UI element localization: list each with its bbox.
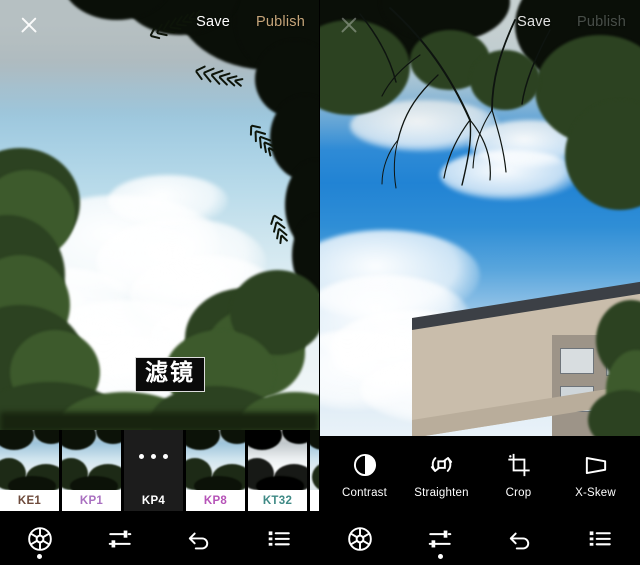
undo-icon: [509, 532, 530, 550]
filter-thumbnail[interactable]: KE1: [0, 430, 59, 511]
save-button[interactable]: Save: [196, 14, 230, 30]
contrast-icon: [351, 451, 379, 479]
filter-wheel-icon: [28, 527, 52, 551]
filter-thumbnail[interactable]: [310, 430, 319, 511]
x-skew-icon: [582, 451, 610, 479]
tool-straighten[interactable]: Straighten: [407, 451, 477, 499]
active-indicator-dot: [37, 554, 43, 559]
close-icon[interactable]: [18, 14, 40, 36]
list-icon: [268, 531, 290, 546]
nav-filter-wheel[interactable]: [10, 513, 70, 565]
right-bottom-nav: [320, 513, 640, 565]
tool-label: Contrast: [341, 486, 388, 499]
list-icon: [589, 531, 611, 546]
filter-label: KE1: [0, 490, 59, 511]
nav-undo[interactable]: [169, 513, 229, 565]
save-button[interactable]: Save: [517, 14, 551, 30]
left-bottom-nav: [0, 513, 319, 565]
filter-preview-image: [62, 430, 121, 490]
straighten-icon: [428, 451, 456, 479]
tool-label: Crop: [505, 486, 532, 499]
right-top-bar: Save Publish: [320, 0, 640, 46]
filter-label: [310, 490, 319, 511]
cloud-shape: [108, 175, 228, 227]
left-top-actions: Save Publish: [196, 14, 305, 30]
nav-filter-wheel[interactable]: [330, 513, 390, 565]
filter-label: KP4: [124, 490, 183, 511]
active-indicator-dot: [437, 554, 443, 559]
tool-label: Straighten: [414, 486, 469, 499]
right-panel-edit-mode: Save Publish 编辑 Contrast: [320, 0, 640, 565]
foliage-mass: [0, 412, 319, 430]
tool-x-skew[interactable]: X-Skew: [561, 451, 631, 499]
publish-button[interactable]: Publish: [256, 14, 305, 30]
filter-thumbnail[interactable]: KT32: [248, 430, 307, 511]
filter-wheel-icon: [348, 527, 372, 551]
tool-label: X-Skew: [575, 486, 616, 499]
sliders-icon: [428, 530, 452, 548]
window: [560, 348, 594, 374]
dual-screenshot: Save Publish 滤镜 KE1 KP1 KP4 KP8 KT32 Sav…: [0, 0, 640, 565]
publish-button[interactable]: Publish: [577, 14, 626, 30]
filter-strip[interactable]: KE1 KP1 KP4 KP8 KT32: [0, 430, 319, 513]
tool-contrast[interactable]: Contrast: [330, 451, 400, 499]
left-panel-filter-mode: Save Publish 滤镜 KE1 KP1 KP4 KP8 KT32: [0, 0, 319, 565]
nav-adjust[interactable]: [90, 513, 150, 565]
filter-preview-image: [248, 430, 307, 490]
tool-crop[interactable]: Crop: [484, 451, 554, 499]
filter-thumbnail[interactable]: KP1: [62, 430, 121, 511]
nav-undo[interactable]: [490, 513, 550, 565]
sliders-icon: [108, 530, 131, 548]
filter-preview-image: [310, 430, 319, 490]
nav-adjust[interactable]: [410, 513, 470, 565]
right-photo-preview[interactable]: [320, 0, 640, 436]
edit-tool-row: Contrast Straighten Crop X-Skew: [320, 436, 640, 513]
filter-label: KP8: [186, 490, 245, 511]
close-icon[interactable]: [338, 14, 360, 36]
filter-thumbnail[interactable]: KP8: [186, 430, 245, 511]
undo-icon: [189, 532, 209, 550]
nav-presets[interactable]: [249, 513, 309, 565]
nav-presets[interactable]: [570, 513, 630, 565]
filter-preview-image: [186, 430, 245, 490]
filter-label: KT32: [248, 490, 307, 511]
filter-thumbnail-selected[interactable]: KP4: [124, 430, 183, 511]
right-top-actions: Save Publish: [517, 14, 626, 30]
filter-preview-image: [124, 430, 183, 490]
more-options-icon[interactable]: [124, 454, 183, 459]
crop-icon: [505, 451, 533, 479]
filter-preview-image: [0, 430, 59, 490]
left-top-bar: Save Publish: [0, 0, 319, 46]
filter-label: KP1: [62, 490, 121, 511]
mode-caption-filter: 滤镜: [135, 357, 205, 392]
